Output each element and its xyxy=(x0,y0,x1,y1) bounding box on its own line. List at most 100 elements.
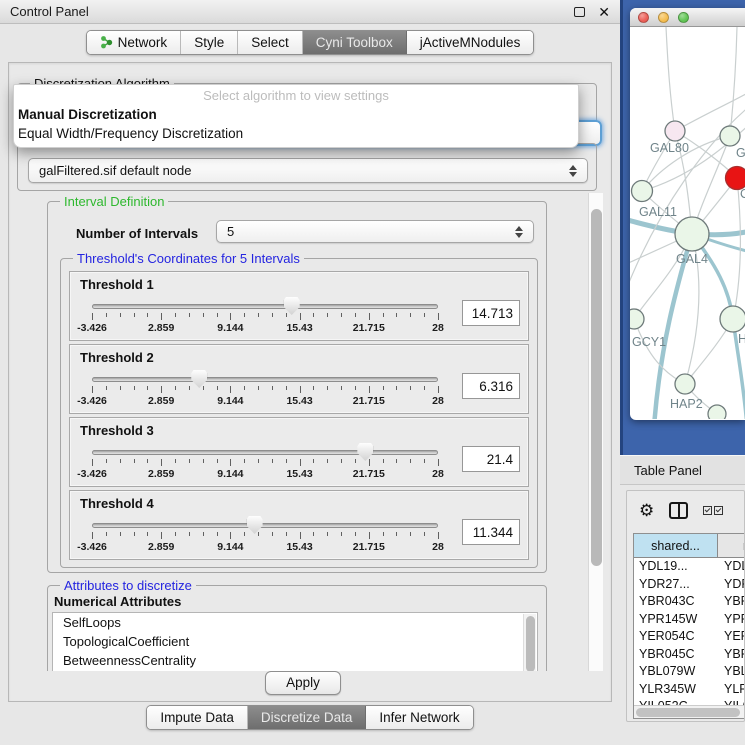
table-panel-widget: ⚙ shared... na YDL19...YDL1YDR27...YDR2Y… xyxy=(626,490,745,722)
tab-label: Style xyxy=(194,35,224,50)
list-scrollbar[interactable] xyxy=(523,614,536,671)
viewport-scrollbar[interactable] xyxy=(588,193,603,671)
network-edge[interactable] xyxy=(666,27,675,131)
cell-name: YPR1 xyxy=(718,611,745,629)
threshold-value-field[interactable]: 21.4 xyxy=(462,446,520,472)
algorithm-option-manual[interactable]: Manual Discretization xyxy=(14,105,578,124)
slider-track[interactable] xyxy=(92,523,438,528)
network-node-label: GAL4 xyxy=(676,252,708,266)
network-node-label: GAL11 xyxy=(639,205,677,219)
column-view-icon[interactable] xyxy=(669,502,688,519)
cell-shared-name: YPR145W xyxy=(634,611,718,629)
threshold-value-field[interactable]: 6.316 xyxy=(462,373,520,399)
table-row[interactable]: YBR045CYBR0 xyxy=(634,646,745,664)
float-window-icon[interactable] xyxy=(574,7,585,17)
threshold-slider[interactable]: -3.4262.8599.14415.4321.71528 xyxy=(92,377,438,411)
network-node-label: HAP2 xyxy=(670,397,703,411)
network-node-green[interactable] xyxy=(630,309,644,329)
number-of-intervals-combobox[interactable]: 5 xyxy=(216,220,534,243)
slider-track[interactable] xyxy=(92,450,438,455)
network-edge[interactable] xyxy=(730,27,737,136)
tab-infer-network[interactable]: Infer Network xyxy=(366,706,472,729)
network-node-green[interactable] xyxy=(720,126,740,146)
algorithm-option-equal-width[interactable]: Equal Width/Frequency Discretization xyxy=(14,124,578,143)
network-node-label: GAL80 xyxy=(650,141,689,155)
numerical-attributes-list[interactable]: SelfLoopsTopologicalCoefficientBetweenne… xyxy=(52,612,538,671)
apply-button[interactable]: Apply xyxy=(265,671,341,695)
network-node-green[interactable] xyxy=(675,374,695,394)
network-node-green[interactable] xyxy=(632,181,653,202)
cell-shared-name: YBR043C xyxy=(634,593,718,611)
threshold-label: Threshold 2 xyxy=(80,350,154,365)
tab-select[interactable]: Select xyxy=(238,31,303,54)
slider-track[interactable] xyxy=(92,377,438,382)
top-tab-segment: Network Style SelectCyni Toolbox jActiveMNo… xyxy=(86,30,535,55)
attributes-group-title: Attributes to discretize xyxy=(60,578,196,593)
column-header-name[interactable]: na xyxy=(718,534,745,557)
zoom-traffic-light-icon[interactable] xyxy=(678,12,689,23)
table-row[interactable]: YPR145WYPR1 xyxy=(634,611,745,629)
table-data-combobox[interactable]: galFiltered.sif default node xyxy=(28,158,588,183)
threshold-value-field[interactable]: 11.344 xyxy=(462,519,520,545)
network-canvas-svg[interactable]: GAL80GACGAL11GAL4GCY1HHAP2 xyxy=(630,27,745,419)
checkbox-pair-icon[interactable] xyxy=(703,506,723,515)
attribute-item[interactable]: TopologicalCoefficient xyxy=(53,632,537,651)
bottom-tab-bar: Impute Data Discretize DataInfer Network xyxy=(0,705,620,730)
table-row[interactable]: YDR27...YDR2 xyxy=(634,576,745,594)
table-row[interactable]: YDL19...YDL1 xyxy=(634,558,745,576)
tab-impute-data[interactable]: Impute Data xyxy=(147,706,248,729)
column-header-shared-name[interactable]: shared... xyxy=(634,534,718,557)
tab-style[interactable]: Style xyxy=(181,31,238,54)
threshold-slider[interactable]: -3.4262.8599.14415.4321.71528 xyxy=(92,304,438,338)
threshold-slider[interactable]: -3.4262.8599.14415.4321.71528 xyxy=(92,523,438,557)
table-horizontal-scrollbar[interactable] xyxy=(634,705,745,718)
cell-shared-name: YBL079W xyxy=(634,663,718,681)
stepper-arrows-icon[interactable] xyxy=(515,226,523,238)
settings-gear-icon[interactable]: ⚙ xyxy=(639,502,654,519)
table-data-value: galFiltered.sif default node xyxy=(39,163,569,178)
cell-name: YLR3 xyxy=(718,681,745,699)
stepper-arrows-icon[interactable] xyxy=(569,165,577,177)
table-row[interactable]: YER054CYER0 xyxy=(634,628,745,646)
close-icon[interactable]: ✕ xyxy=(598,7,610,17)
tab-label: Impute Data xyxy=(160,710,234,725)
network-node-green[interactable] xyxy=(720,306,745,332)
network-node-green[interactable] xyxy=(708,405,726,419)
network-window-titlebar xyxy=(630,8,745,27)
list-scrollbar-thumb[interactable] xyxy=(526,616,535,671)
network-view[interactable]: GAL80GACGAL11GAL4GCY1HHAP2 xyxy=(630,27,745,419)
network-edge[interactable] xyxy=(675,91,745,131)
threshold-value-field[interactable]: 14.713 xyxy=(462,300,520,326)
network-node-pink[interactable] xyxy=(665,121,685,141)
number-of-intervals-value: 5 xyxy=(227,224,515,239)
thresholds-group: Threshold's Coordinates for 5 Intervals … xyxy=(60,258,538,568)
tab-network[interactable]: Network xyxy=(87,31,182,54)
viewport-scrollbar-thumb[interactable] xyxy=(591,209,602,566)
node-table[interactable]: shared... na YDL19...YDL1YDR27...YDR2YBR… xyxy=(633,533,745,719)
network-node-green[interactable] xyxy=(675,217,709,251)
table-row[interactable]: YBR043CYBR0 xyxy=(634,593,745,611)
network-node-label: GCY1 xyxy=(632,335,666,349)
interval-definition-group: Interval Definition Number of Intervals … xyxy=(47,201,547,573)
tab-jactivemnodules[interactable]: jActiveMNodules xyxy=(407,31,534,54)
close-traffic-light-icon[interactable] xyxy=(638,12,649,23)
table-row[interactable]: YBL079WYBL0 xyxy=(634,663,745,681)
threshold-label: Threshold 3 xyxy=(80,423,154,438)
table-row[interactable]: YLR345WYLR3 xyxy=(634,681,745,699)
table-hscrollbar-thumb[interactable] xyxy=(636,708,740,717)
table-toolbar: ⚙ xyxy=(627,491,745,529)
threshold-row-4: Threshold 4 -3.4262.8599.14415.4321.71528… xyxy=(69,490,529,560)
slider-tick-labels: -3.4262.8599.14415.4321.71528 xyxy=(92,322,438,334)
threshold-slider[interactable]: -3.4262.8599.14415.4321.71528 xyxy=(92,450,438,484)
table-header-row: shared... na xyxy=(634,534,745,558)
tab-label: jActiveMNodules xyxy=(420,35,521,50)
tab-cyni-toolbox[interactable]: Cyni Toolbox xyxy=(303,31,407,54)
slider-track[interactable] xyxy=(92,304,438,309)
tab-discretize-data[interactable]: Discretize Data xyxy=(248,706,367,729)
threshold-label: Threshold 4 xyxy=(80,496,154,511)
slider-ticks xyxy=(92,313,438,321)
minimize-traffic-light-icon[interactable] xyxy=(658,12,669,23)
network-window: GAL80GACGAL11GAL4GCY1HHAP2 xyxy=(630,8,745,420)
attribute-item[interactable]: BetweennessCentrality xyxy=(53,651,537,670)
attribute-item[interactable]: SelfLoops xyxy=(53,613,537,632)
